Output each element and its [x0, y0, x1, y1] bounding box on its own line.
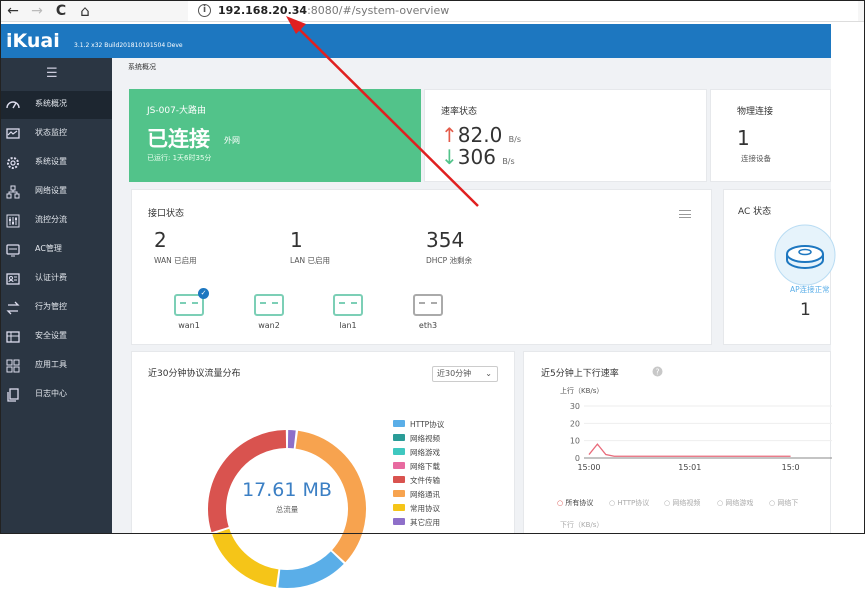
donut-slice[interactable]: [279, 558, 337, 579]
screenshot-border: [0, 0, 865, 534]
donut-slice[interactable]: [221, 532, 277, 579]
